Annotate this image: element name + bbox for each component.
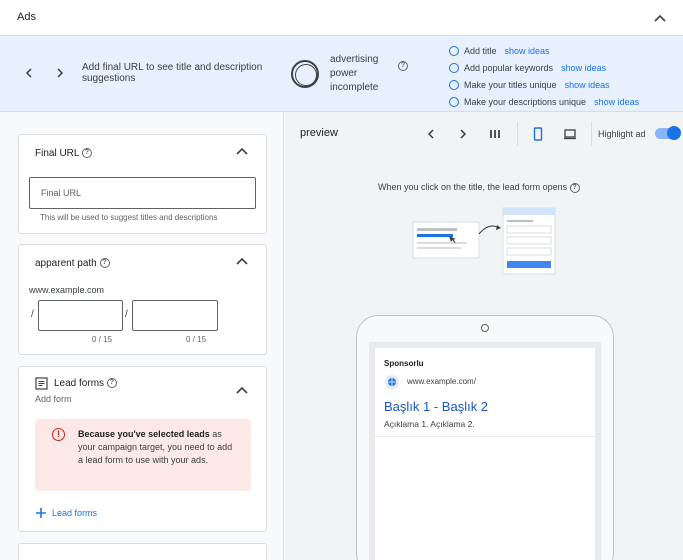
chevron-right-icon[interactable] xyxy=(456,127,470,141)
ad-power-line2: power xyxy=(330,68,358,79)
ad-power-label: advertising power incomplete xyxy=(330,53,378,95)
columns-icon[interactable] xyxy=(488,127,502,141)
chevron-up-icon[interactable] xyxy=(235,145,249,159)
lead-forms-title: Lead forms ? xyxy=(54,378,117,389)
next-card-partial xyxy=(18,543,267,560)
path-domain: www.example.com xyxy=(29,285,105,295)
idea-label: Add popular keywords xyxy=(464,62,554,73)
ad-power-status: incomplete xyxy=(330,82,379,93)
path-slash: / xyxy=(125,309,128,320)
help-icon[interactable]: ? xyxy=(569,182,580,193)
apparent-path-card: apparent path ? www.example.com / / 0 / … xyxy=(18,244,267,355)
lead-form-illustration-icon xyxy=(412,207,556,275)
divider xyxy=(375,436,595,437)
chevron-left-icon[interactable] xyxy=(22,66,36,80)
idea-unique-titles: Make your titles unique show ideas xyxy=(449,76,639,93)
mobile-icon[interactable] xyxy=(531,127,545,141)
ideas-list: Add title show ideas Add popular keywords… xyxy=(449,42,639,110)
form-icon xyxy=(35,377,48,390)
help-icon[interactable]: ? xyxy=(81,148,92,159)
lead-forms-card: Lead forms ? Add form ! Because you've s… xyxy=(18,366,267,532)
idea-label: Make your titles unique xyxy=(464,79,557,90)
highlight-ad-label: Highlight ad xyxy=(598,129,646,139)
ad-power-line1: advertising xyxy=(330,54,379,65)
divider xyxy=(591,122,592,146)
status-circle-icon xyxy=(449,79,459,90)
ads-header: Ads xyxy=(0,0,683,36)
apparent-path-title: apparent path ? xyxy=(35,258,110,269)
add-lead-form-label: Lead forms xyxy=(52,508,98,518)
highlight-ad-toggle[interactable] xyxy=(655,126,681,140)
path2-counter: 0 / 15 xyxy=(186,335,207,344)
sponsored-label: Sponsorlu xyxy=(384,359,424,368)
mobile-preview-frame: Sponsorlu www.example.com/ Başlık 1 - Ba… xyxy=(356,315,614,560)
globe-icon xyxy=(385,375,399,389)
chevron-right-icon[interactable] xyxy=(53,66,67,80)
strength-message: Add final URL to see title and descripti… xyxy=(82,62,263,84)
ad-strength-bar: Add final URL to see title and descripti… xyxy=(0,36,683,112)
idea-add-title: Add title show ideas xyxy=(449,42,639,59)
show-ideas-link[interactable]: show ideas xyxy=(594,97,639,107)
idea-label: Make your descriptions unique xyxy=(464,96,587,107)
add-lead-form-button[interactable]: Lead forms xyxy=(35,507,97,519)
idea-label: Add title xyxy=(464,45,497,56)
show-ideas-link[interactable]: show ideas xyxy=(565,80,610,90)
ad-preview: Sponsorlu www.example.com/ Başlık 1 - Ba… xyxy=(375,348,595,560)
path-slash: / xyxy=(31,309,34,320)
ad-display-url: www.example.com/ xyxy=(407,377,476,386)
final-url-card: Final URL ? Final URL This will be used … xyxy=(18,134,267,234)
help-icon[interactable]: ? xyxy=(106,378,117,389)
lead-form-alert: ! Because you've selected leads as your … xyxy=(35,419,251,491)
ad-power-ring xyxy=(291,60,319,88)
idea-unique-descriptions: Make your descriptions unique show ideas xyxy=(449,93,639,110)
ad-description: Açıklama 1. Açıklama 2. xyxy=(384,419,475,429)
divider xyxy=(517,122,518,146)
show-ideas-link[interactable]: show ideas xyxy=(561,63,606,73)
help-icon[interactable]: ? xyxy=(99,258,110,269)
chevron-left-icon[interactable] xyxy=(424,127,438,141)
path2-input[interactable] xyxy=(132,300,218,331)
alert-text: Because you've selected leads as your ca… xyxy=(78,429,233,465)
desktop-icon[interactable] xyxy=(563,127,577,141)
idea-add-keywords: Add popular keywords show ideas xyxy=(449,59,639,76)
lead-form-message: When you click on the title, the lead fo… xyxy=(378,182,580,193)
chevron-up-icon[interactable] xyxy=(235,384,249,398)
status-circle-icon xyxy=(449,45,459,56)
preview-title: preview xyxy=(300,127,338,139)
camera-dot xyxy=(481,324,489,332)
final-url-title: Final URL ? xyxy=(35,148,92,159)
help-icon[interactable]: ? xyxy=(398,61,408,71)
ad-headline[interactable]: Başlık 1 - Başlık 2 xyxy=(384,399,488,414)
section-title: Ads xyxy=(17,11,36,23)
preview-toolbar: preview Highlight ad xyxy=(285,112,683,154)
path1-input[interactable] xyxy=(38,300,123,331)
status-circle-icon xyxy=(449,96,459,107)
plus-icon xyxy=(36,508,46,518)
preview-panel: preview Highlight ad When you click on t… xyxy=(285,112,683,560)
path1-counter: 0 / 15 xyxy=(92,335,113,344)
final-url-input[interactable]: Final URL xyxy=(29,177,256,209)
lead-forms-subtitle: Add form xyxy=(35,394,72,404)
collapse-chevron-up-icon[interactable] xyxy=(652,10,668,26)
mobile-screen: Sponsorlu www.example.com/ Başlık 1 - Ba… xyxy=(369,342,601,560)
show-ideas-link[interactable]: show ideas xyxy=(505,46,550,56)
chevron-up-icon[interactable] xyxy=(235,255,249,269)
status-circle-icon xyxy=(449,62,459,73)
ad-editor-panel: Final URL ? Final URL This will be used … xyxy=(0,112,284,560)
final-url-hint: This will be used to suggest titles and … xyxy=(40,213,218,222)
error-icon: ! xyxy=(52,428,65,441)
